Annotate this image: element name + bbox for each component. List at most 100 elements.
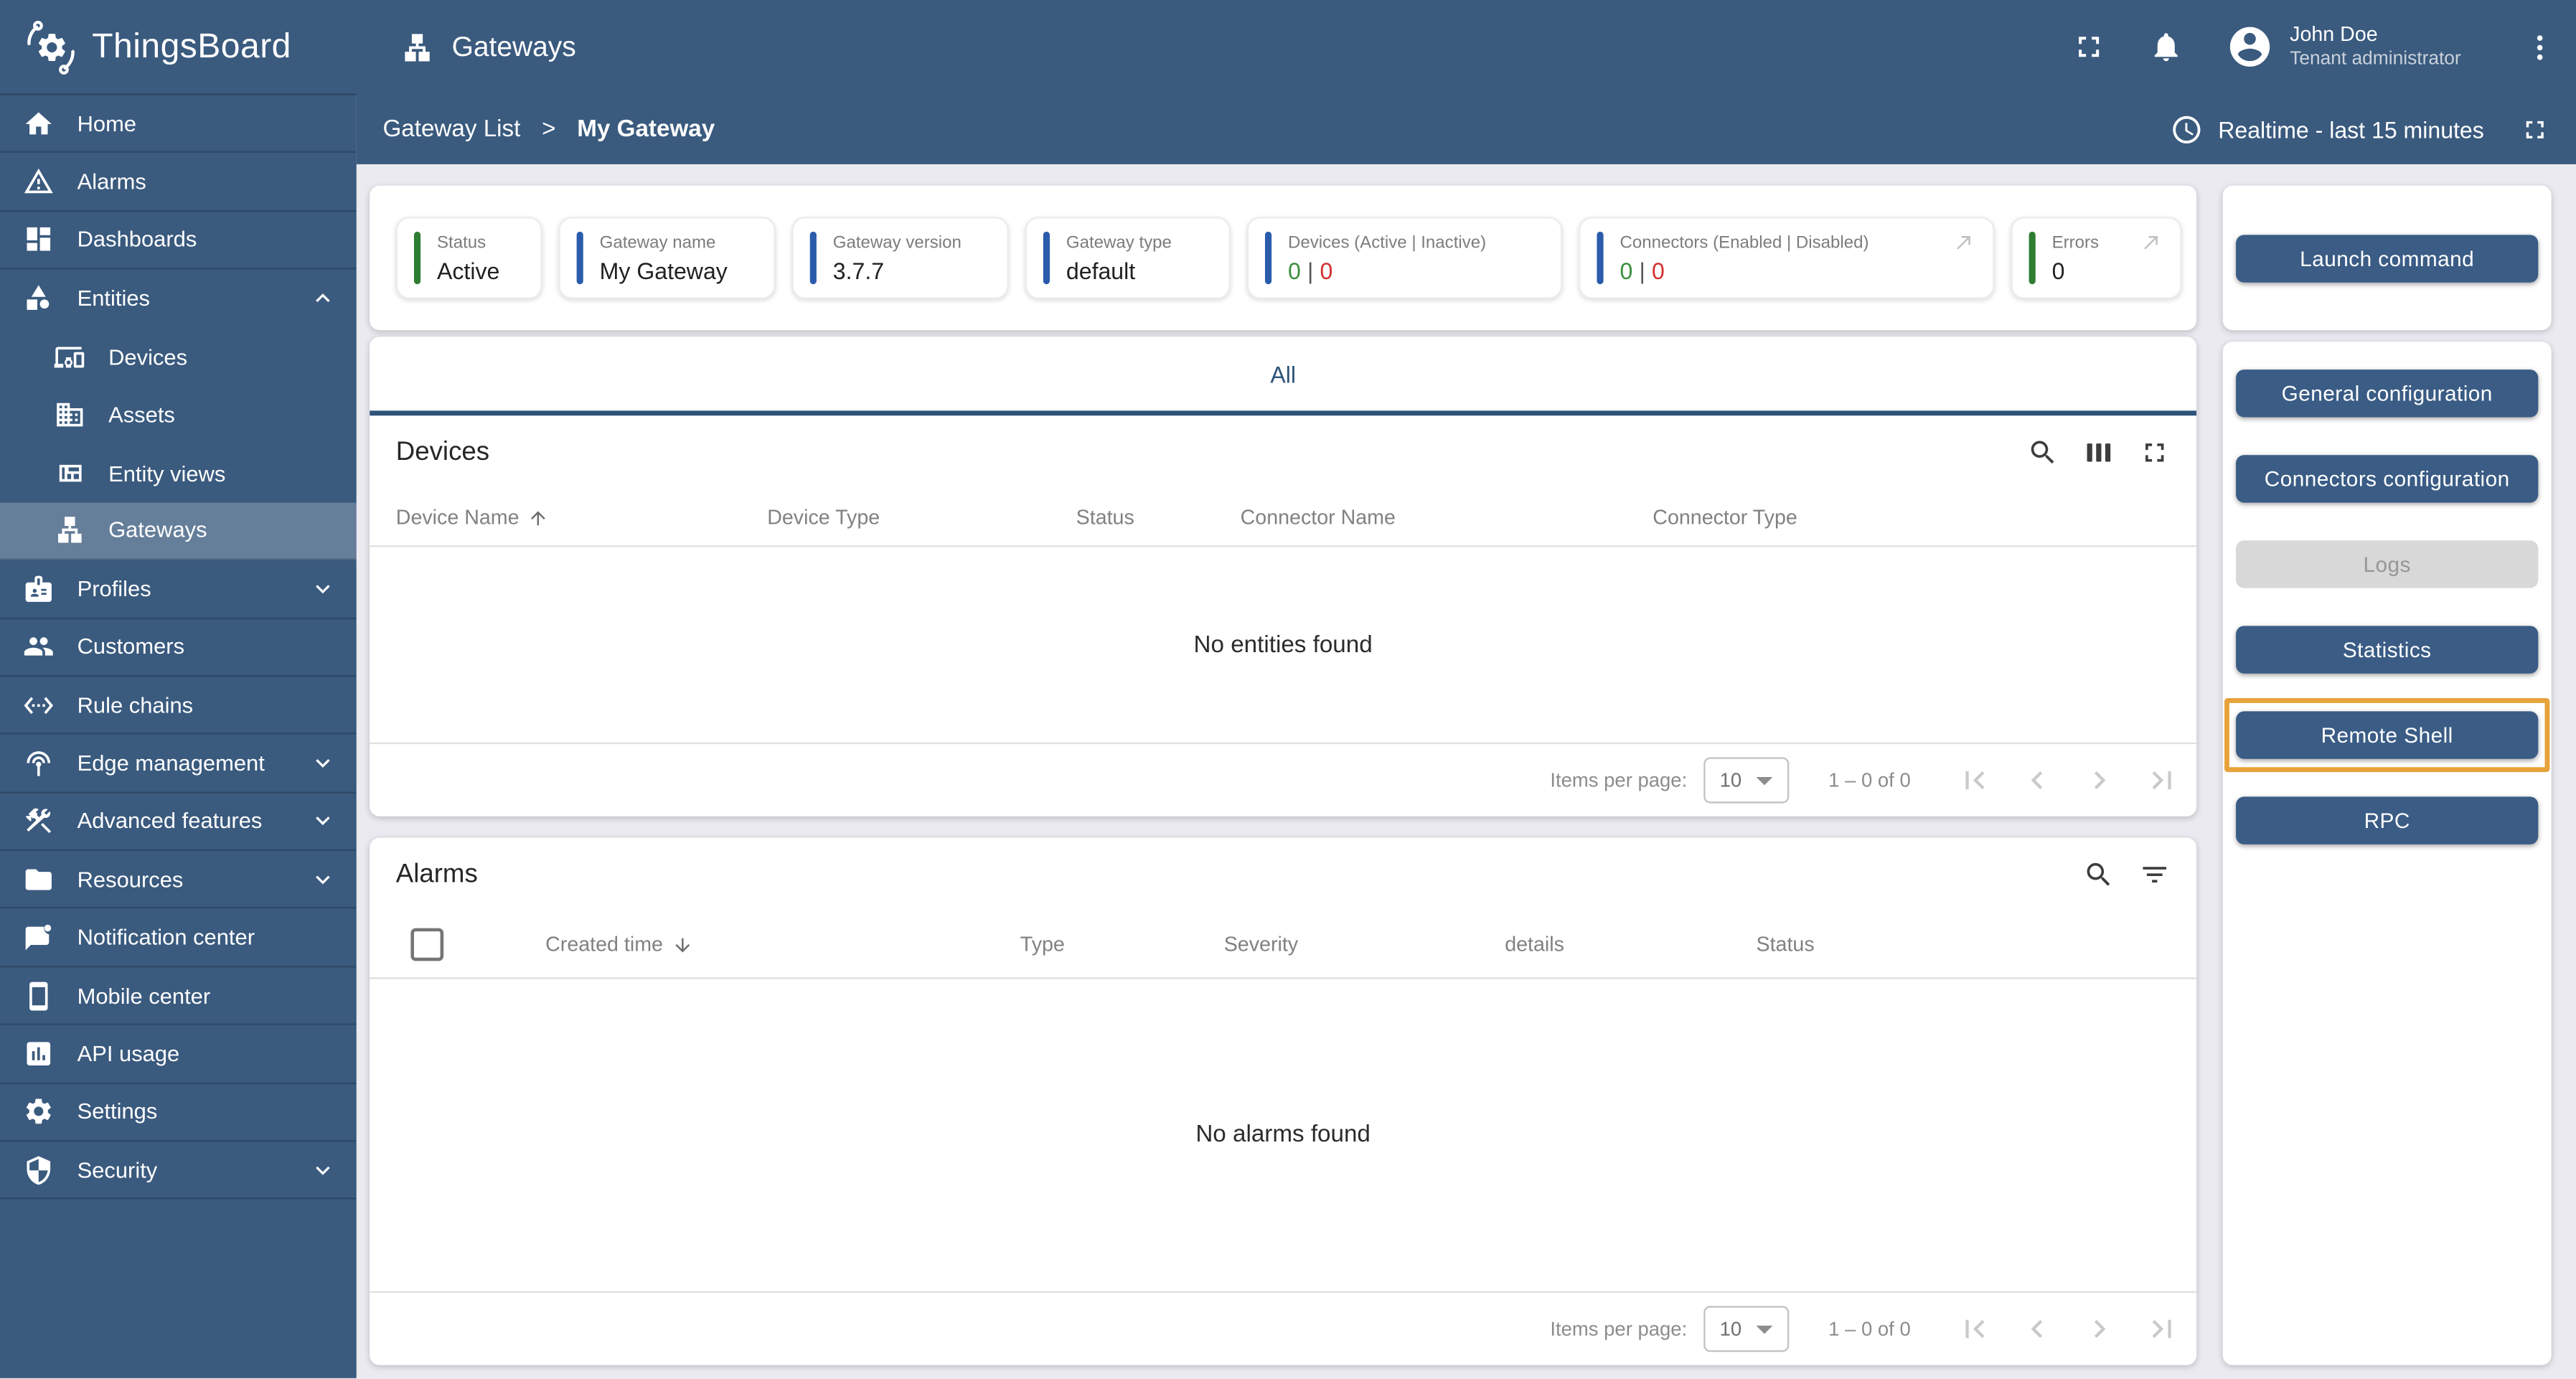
sidebar-item-profiles[interactable]: Profiles [0, 560, 357, 618]
page-size-select[interactable]: 10 [1703, 1306, 1789, 1352]
previous-page-icon[interactable] [2019, 762, 2055, 798]
open-link-icon[interactable] [1953, 232, 1975, 253]
status-bar [414, 232, 420, 284]
fullscreen-button[interactable] [2072, 29, 2106, 64]
sidebar-item-notification-center[interactable]: Notification center [0, 909, 357, 967]
notifications-button[interactable] [2148, 29, 2183, 64]
chevron-down-icon [309, 865, 337, 893]
assets-icon [55, 400, 86, 431]
sub-header: Gateway List > My Gateway Realtime - las… [357, 94, 2576, 164]
errors-value: 0 [2052, 258, 2162, 284]
sidebar-item-entity-views[interactable]: Entity views [0, 444, 357, 502]
sidebar-item-assets[interactable]: Assets [0, 386, 357, 444]
sidebar-item-entities[interactable]: Entities [0, 270, 357, 328]
remote-shell-button[interactable]: Remote Shell [2236, 711, 2538, 758]
breadcrumb: Gateway List > My Gateway [382, 116, 715, 142]
first-page-icon[interactable] [1957, 1311, 1993, 1347]
gateway-name-label: Gateway name [600, 232, 756, 252]
api-usage-icon [23, 1038, 55, 1070]
mobile-icon [23, 980, 55, 1012]
sidebar-item-customers[interactable]: Customers [0, 618, 357, 677]
topbar-actions: John Doe Tenant administrator [2029, 22, 2576, 72]
user-menu-button[interactable] [2226, 23, 2273, 70]
chevron-down-icon [309, 1156, 337, 1184]
column-created-time[interactable]: Created time [545, 933, 1020, 956]
first-page-icon[interactable] [1957, 762, 1993, 798]
next-page-icon[interactable] [2082, 762, 2117, 798]
sidebar-item-dashboards[interactable]: Dashboards [0, 212, 357, 270]
errors-label: Errors [2052, 232, 2099, 252]
tab-all[interactable]: All [1270, 361, 1296, 387]
column-status[interactable]: Status [1076, 506, 1241, 529]
sidebar-item-alarms[interactable]: Alarms [0, 154, 357, 212]
open-link-icon[interactable] [2140, 232, 2162, 253]
filter-icon[interactable] [2139, 859, 2171, 890]
column-details[interactable]: details [1505, 933, 1756, 956]
clock-icon [2171, 113, 2204, 146]
column-device-type[interactable]: Device Type [767, 506, 1076, 529]
previous-page-icon[interactable] [2019, 1311, 2055, 1347]
chevron-down-icon [309, 575, 337, 603]
devices-toolbar: Devices [370, 415, 2196, 489]
page-title: Gateways [452, 30, 576, 63]
launch-command-button[interactable]: Launch command [2236, 234, 2538, 281]
search-icon[interactable] [2083, 859, 2115, 890]
app-window: ThingsBoard Gateways John Doe Tenant adm… [0, 0, 2576, 1379]
timewindow-button[interactable]: Realtime - last 15 minutes [2171, 113, 2484, 146]
entity-views-icon [55, 458, 86, 489]
general-configuration-button[interactable]: General configuration [2236, 370, 2538, 417]
select-all-checkbox[interactable] [410, 928, 443, 961]
thingsboard-logo-icon [22, 17, 80, 76]
column-type[interactable]: Type [1020, 933, 1224, 956]
column-connector-name[interactable]: Connector Name [1241, 506, 1653, 529]
last-page-icon[interactable] [2144, 762, 2180, 798]
app-name: ThingsBoard [92, 27, 291, 67]
tab-bar: All [370, 336, 2196, 410]
sidebar-item-resources[interactable]: Resources [0, 851, 357, 909]
devices-pagination: Items per page: 10 1 – 0 of 0 [370, 744, 2196, 816]
column-status[interactable]: Status [1757, 933, 2171, 956]
sidebar-item-devices[interactable]: Devices [0, 328, 357, 386]
page-title-area: Gateways [401, 30, 576, 63]
overflow-menu-button[interactable] [2461, 30, 2557, 63]
columns-icon[interactable] [2083, 437, 2115, 469]
sidebar-item-home[interactable]: Home [0, 95, 357, 154]
alarms-pagination: Items per page: 10 1 – 0 of 0 [370, 1293, 2196, 1365]
column-severity[interactable]: Severity [1224, 933, 1505, 956]
status-card: Status Active [396, 217, 542, 298]
user-role: Tenant administrator [2290, 48, 2461, 72]
sidebar-item-gateways[interactable]: Gateways [0, 502, 357, 560]
customers-icon [23, 631, 55, 663]
search-icon[interactable] [2027, 437, 2059, 469]
column-connector-type[interactable]: Connector Type [1653, 506, 2170, 529]
sidebar-item-security[interactable]: Security [0, 1142, 357, 1200]
fullscreen-icon[interactable] [2139, 437, 2171, 469]
page-size-select[interactable]: 10 [1703, 757, 1789, 803]
sidebar-item-rule-chains[interactable]: Rule chains [0, 677, 357, 735]
alarms-title: Alarms [396, 860, 478, 890]
statistics-button[interactable]: Statistics [2236, 626, 2538, 673]
last-page-icon[interactable] [2144, 1311, 2180, 1347]
launch-command-panel: Launch command [2223, 186, 2552, 330]
rpc-button[interactable]: RPC [2236, 796, 2538, 844]
fullscreen-icon [2072, 29, 2106, 64]
errors-card[interactable]: Errors 0 [2011, 217, 2181, 298]
content-area: Status Active Gateway name My Gateway [357, 164, 2576, 1379]
next-page-icon[interactable] [2082, 1311, 2117, 1347]
connectors-count-card[interactable]: Connectors (Enabled | Disabled) 0|0 [1579, 217, 1994, 298]
connectors-configuration-button[interactable]: Connectors configuration [2236, 455, 2538, 502]
sidebar-item-advanced-features[interactable]: Advanced features [0, 793, 357, 851]
bell-icon [2148, 29, 2183, 64]
breadcrumb-parent[interactable]: Gateway List [382, 116, 520, 142]
sidebar-item-mobile-center[interactable]: Mobile center [0, 967, 357, 1025]
app-logo[interactable]: ThingsBoard [0, 17, 357, 76]
gateway-version-card: Gateway version 3.7.7 [792, 217, 1009, 298]
advanced-features-icon [23, 806, 55, 837]
sidebar-item-settings[interactable]: Settings [0, 1083, 357, 1142]
sidebar-item-api-usage[interactable]: API usage [0, 1025, 357, 1083]
dashboard-fullscreen-button[interactable] [2484, 114, 2550, 143]
column-device-name[interactable]: Device Name [396, 506, 767, 529]
shield-icon [23, 1154, 55, 1186]
devices-title: Devices [396, 438, 489, 467]
sidebar-item-edge-management[interactable]: Edge management [0, 735, 357, 793]
